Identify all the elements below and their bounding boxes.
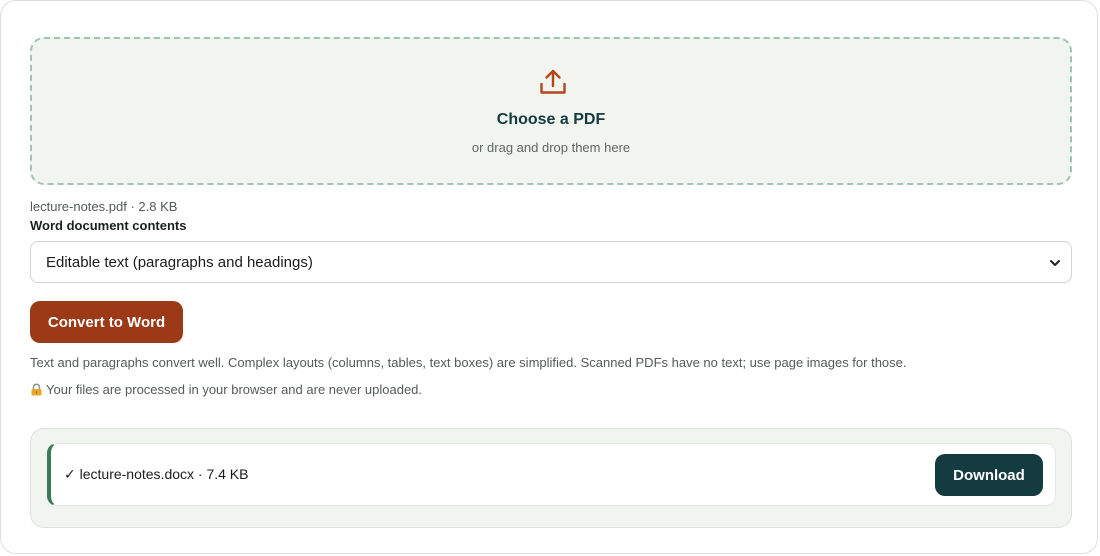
result-item: ✓ lecture-notes.docx · 7.4 KB Download bbox=[47, 443, 1056, 506]
download-button[interactable]: Download bbox=[935, 454, 1043, 496]
results-panel: ✓ lecture-notes.docx · 7.4 KB Download bbox=[30, 428, 1072, 528]
conversion-note: Text and paragraphs convert well. Comple… bbox=[30, 355, 907, 370]
dropzone-subtitle: or drag and drop them here bbox=[471, 140, 631, 155]
upload-icon bbox=[540, 69, 566, 94]
result-file-info: ✓ lecture-notes.docx · 7.4 KB bbox=[64, 466, 249, 482]
selected-file-meta: lecture-notes.pdf · 2.8 KB bbox=[30, 199, 178, 214]
privacy-text: Your files are processed in your browser… bbox=[46, 382, 423, 397]
contents-select[interactable]: Editable text (paragraphs and headings) bbox=[30, 241, 1072, 283]
contents-select-value: Editable text (paragraphs and headings) bbox=[46, 254, 313, 271]
dropzone-title: Choose a PDF bbox=[496, 111, 606, 128]
pdf-dropzone[interactable]: Choose a PDF or drag and drop them here bbox=[30, 37, 1072, 185]
converter-card: Choose a PDF or drag and drop them here … bbox=[0, 0, 1098, 554]
chevron-down-icon bbox=[1050, 260, 1060, 266]
contents-select-label: Word document contents bbox=[30, 218, 187, 233]
lock-icon bbox=[31, 383, 42, 396]
convert-to-word-button[interactable]: Convert to Word bbox=[30, 301, 183, 343]
privacy-notice: Your files are processed in your browser… bbox=[30, 382, 422, 397]
